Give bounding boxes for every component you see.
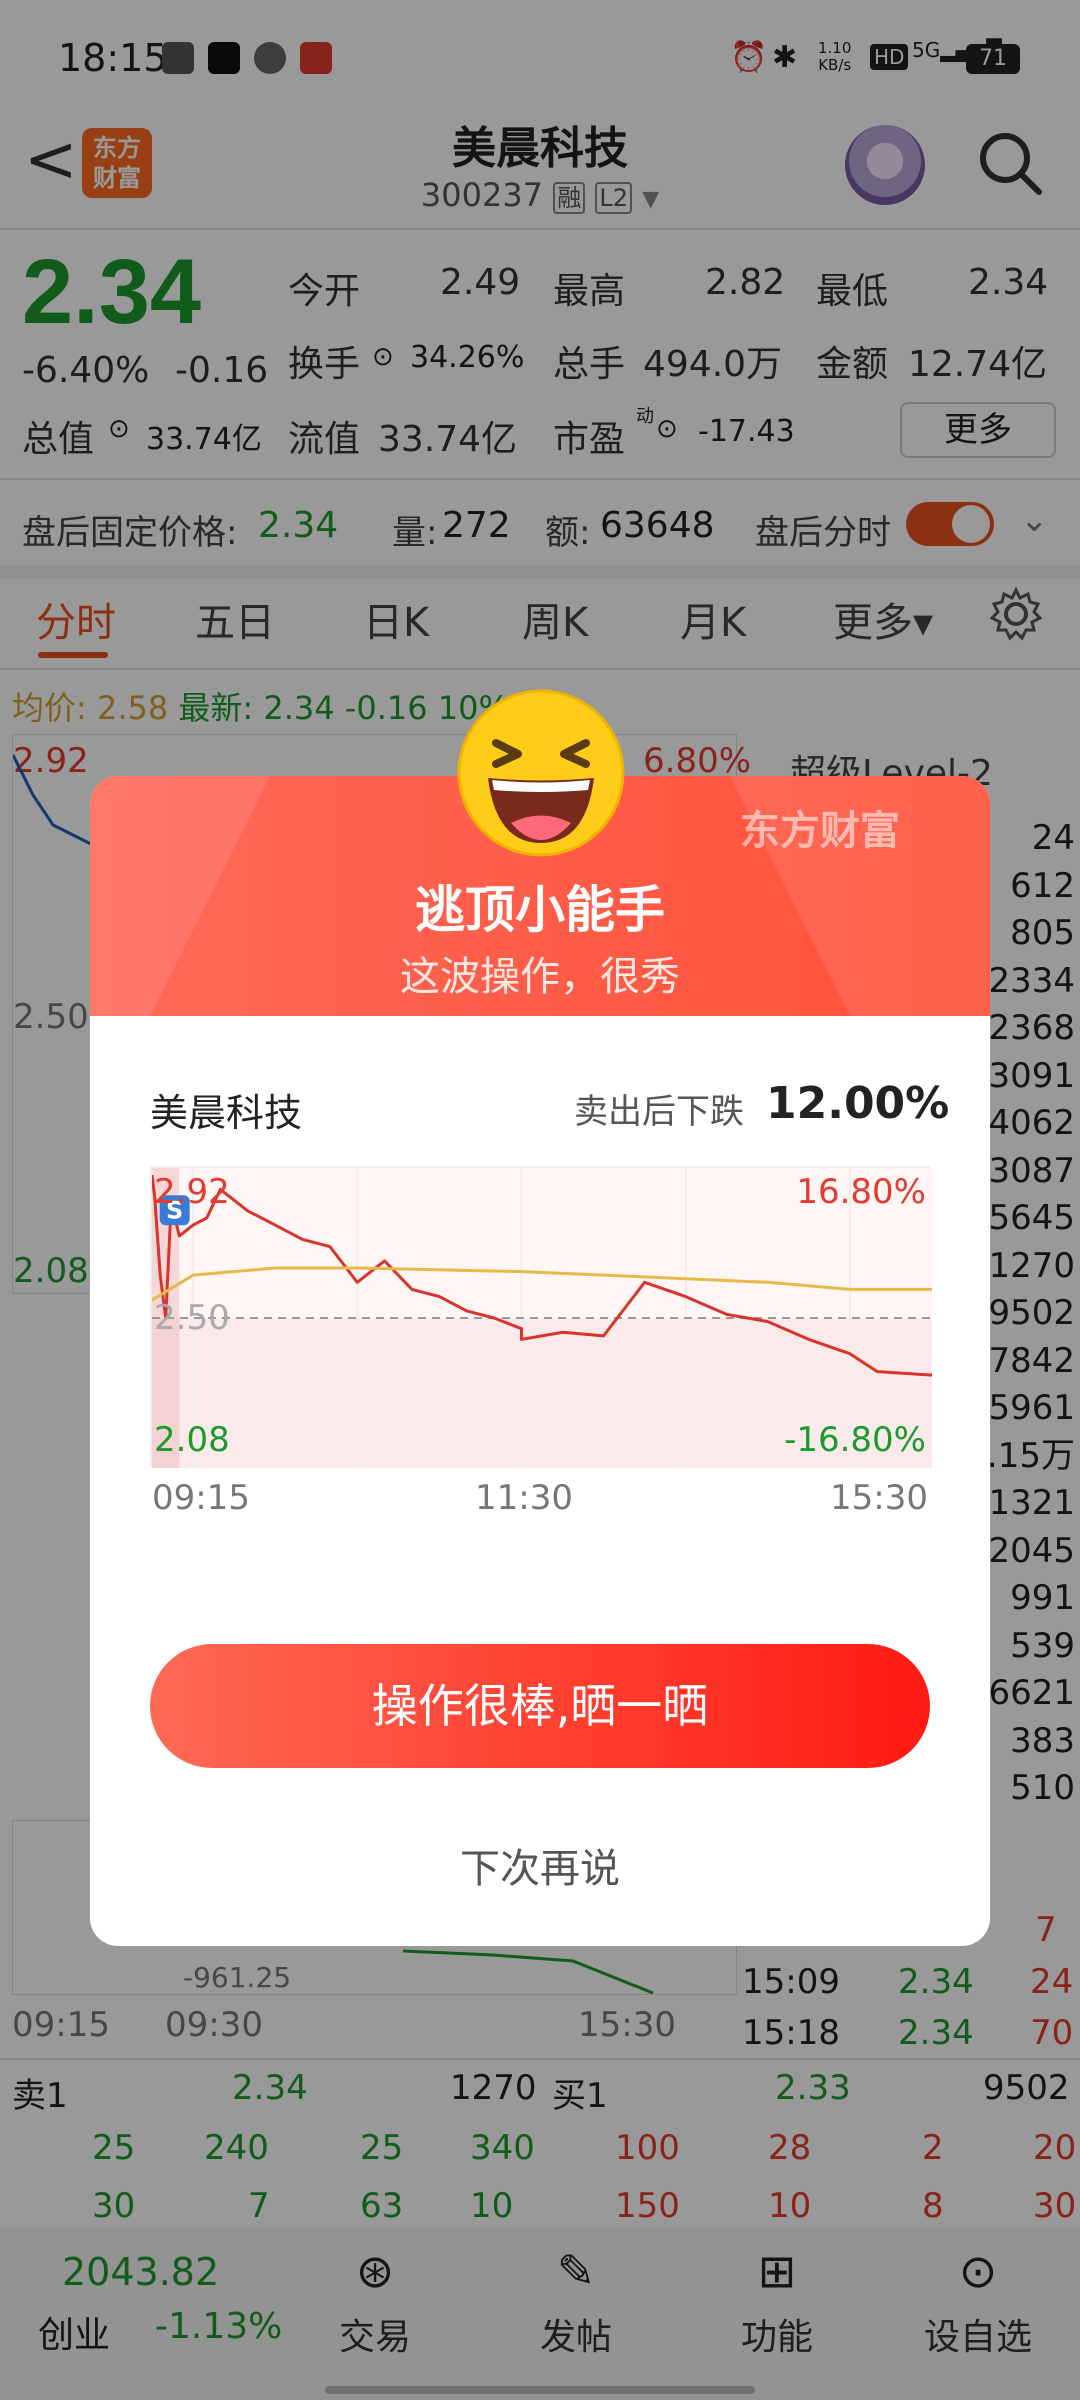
x-tick-start: 09:15 xyxy=(152,1478,250,1518)
y-tick-low: 2.08 xyxy=(154,1420,230,1460)
later-button[interactable]: 下次再说 xyxy=(90,1836,990,1894)
brand-watermark: 东方财富 xyxy=(740,808,900,854)
x-tick-end: 15:30 xyxy=(830,1478,928,1518)
modal-subtitle: 这波操作，很秀 xyxy=(400,954,680,1000)
y-tick-mid: 2.50 xyxy=(154,1298,230,1338)
mini-intraday-chart: S 2.92 2.50 2.08 16.80% -16.80% xyxy=(150,1166,932,1468)
modal-stock-name: 美晨科技 xyxy=(150,1091,303,1135)
share-button[interactable]: 操作很棒,晒一晒 xyxy=(150,1644,930,1768)
y-right-tick-low: -16.80% xyxy=(784,1420,926,1460)
x-tick-mid: 11:30 xyxy=(475,1478,573,1518)
drop-value: 12.00% xyxy=(766,1078,950,1129)
y-tick-top: 2.92 xyxy=(154,1172,230,1212)
y-right-tick-top: 16.80% xyxy=(796,1172,926,1212)
drop-label: 卖出后下跌 xyxy=(574,1092,744,1132)
modal-title: 逃顶小能手 xyxy=(415,881,665,939)
laughing-emoji-icon xyxy=(457,689,625,857)
achievement-modal: 东方财富 逃顶小能手 这波操作，很秀 美晨科技 卖出后下跌 12.00% S 2… xyxy=(90,776,990,1946)
